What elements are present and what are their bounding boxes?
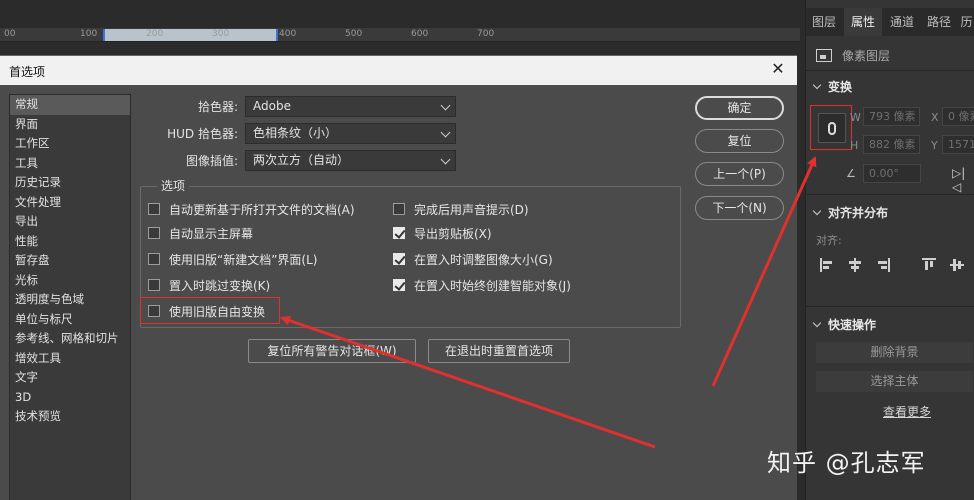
annotation-arrow-right xyxy=(711,156,817,387)
watermark: 知乎 @孔志军 xyxy=(767,449,926,477)
annotation-arrows xyxy=(280,156,817,449)
annotation-arrow-left xyxy=(280,315,656,449)
